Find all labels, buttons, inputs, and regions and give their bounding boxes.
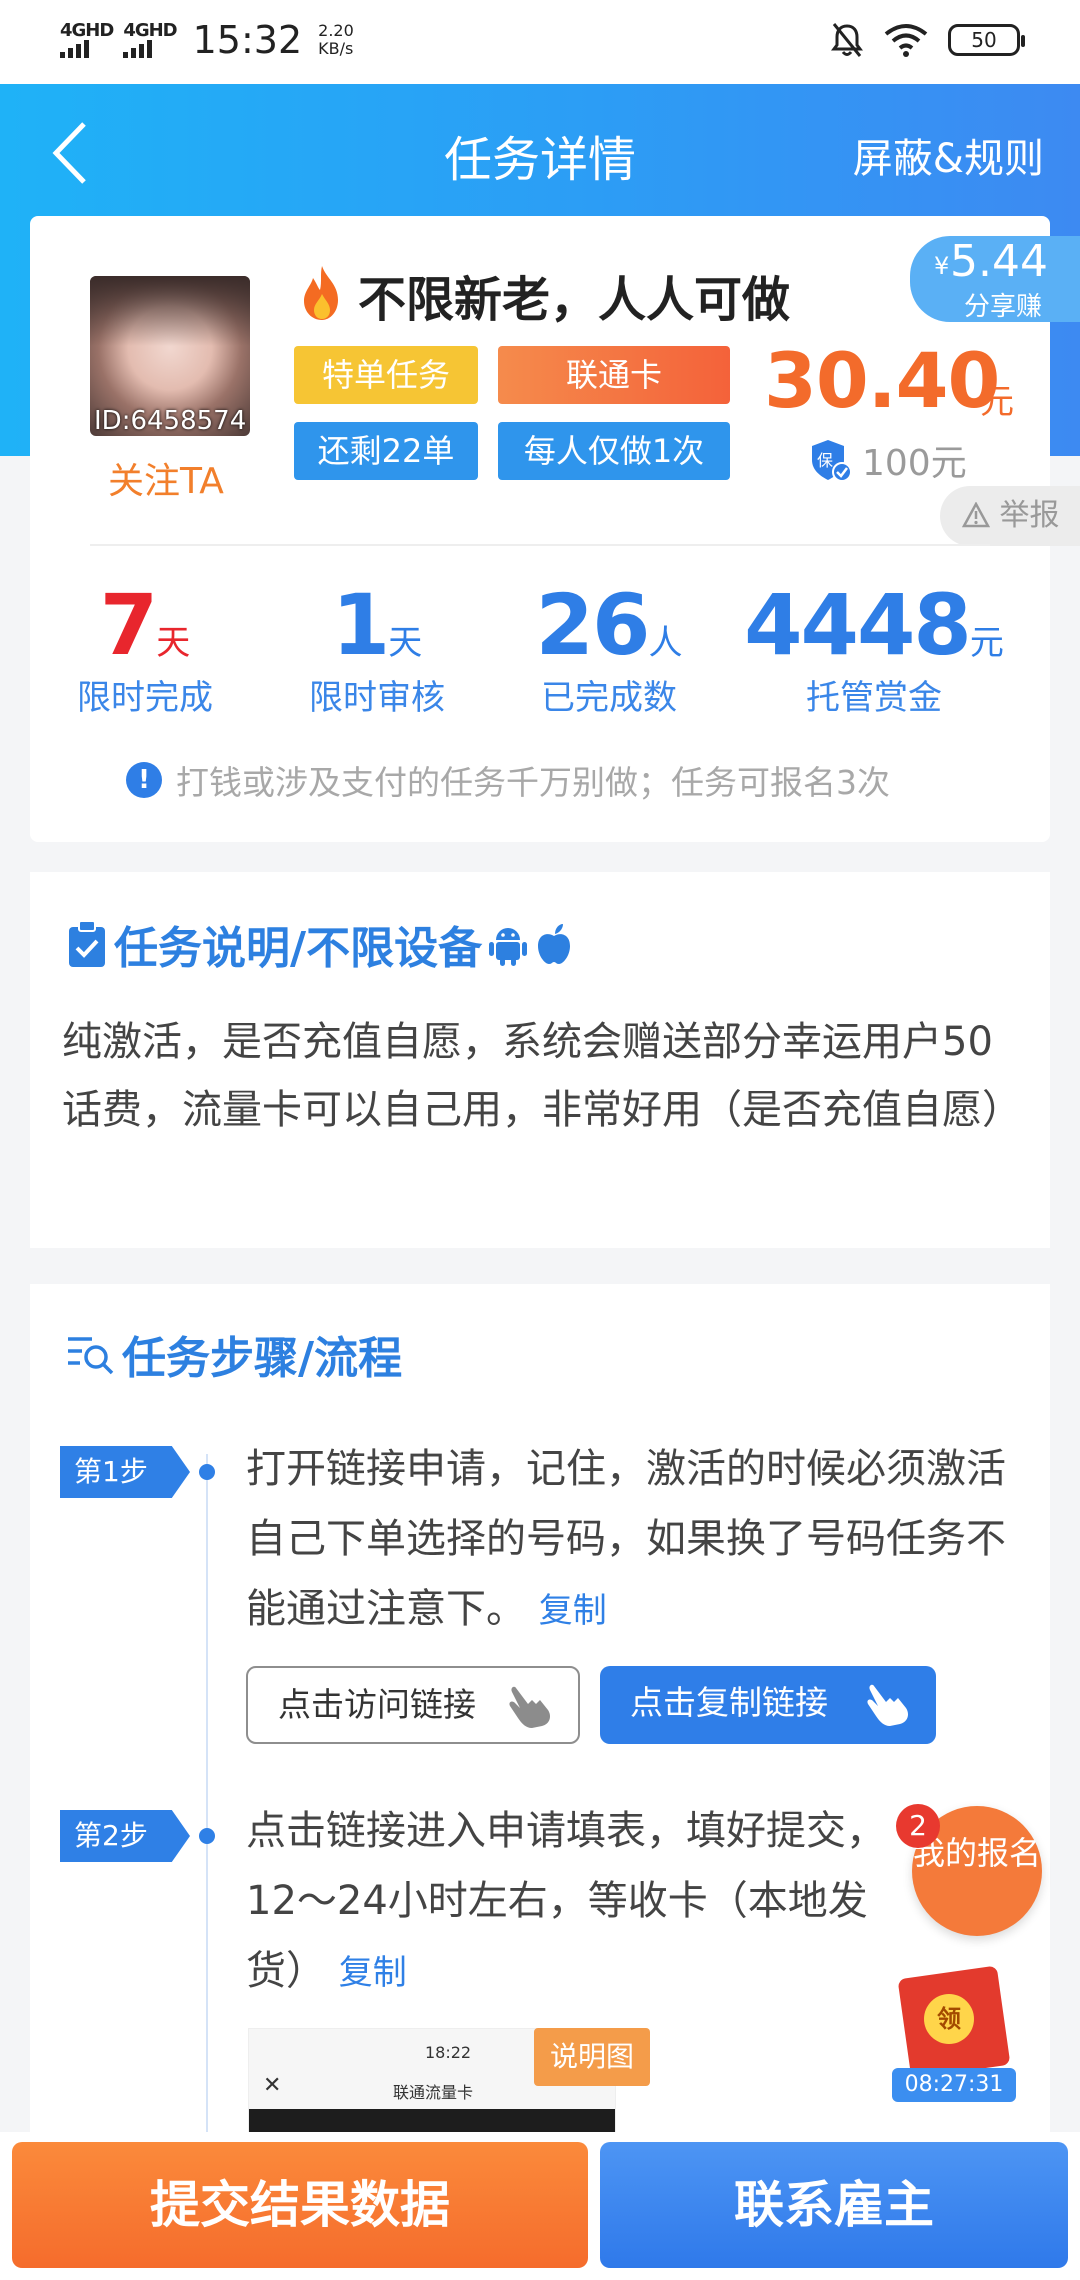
countdown-timer: 08:27:31 (892, 2068, 1016, 2102)
task-description-card: 任务说明/不限设备 纯激活，是否充值自愿，系统会赠送部分幸运用户50话费，流量卡… (30, 872, 1050, 1248)
clock: 15:32 (192, 18, 303, 62)
clipboard-check-icon (69, 920, 105, 967)
step-2-text: 点击链接进入申请填表，填好提交，12～24小时左右，等收卡（本地发货） 复制 (246, 1808, 886, 1994)
submit-results-button[interactable]: 提交结果数据 (12, 2142, 588, 2268)
report-label: 举报 (999, 498, 1060, 533)
stat-complete-limit: 7天 限时完成 (77, 576, 213, 718)
task-title: 不限新老，人人可做 (358, 272, 791, 328)
tag-remaining: 还剩22单 (294, 422, 478, 480)
task-summary-card: ID:6458574 关注TA 不限新老，人人可做 特单任务 联通卡 还剩22单… (30, 216, 1080, 842)
signal-icon: 4GHD (60, 22, 114, 58)
net-speed-unit: KB/s (318, 39, 354, 58)
status-bar: 4GHD 4GHD 15:32 2.20 KB/s 50 (0, 0, 1080, 84)
pointing-hand-icon (509, 1686, 550, 1728)
thumb-title: 联通流量卡 (393, 2083, 474, 2102)
description-title: 任务说明/不限设备 (114, 923, 483, 974)
tag-carrier: 联通卡 (498, 346, 730, 404)
battery-icon: 50 (948, 24, 1025, 56)
yen-symbol: ¥ (934, 252, 950, 280)
warning-triangle-icon (961, 501, 991, 528)
fire-icon (304, 266, 338, 320)
timeline-line (206, 1454, 208, 2154)
stat-completed-count: 26人 已完成数 (535, 576, 683, 718)
visit-link-button[interactable]: 点击访问链接 (246, 1666, 580, 1744)
copy-link-button[interactable]: 点击复制链接 (600, 1666, 936, 1744)
wifi-icon (884, 24, 928, 57)
contact-employer-button[interactable]: 联系雇主 (600, 2142, 1068, 2268)
block-rules-link[interactable]: 屏蔽&规则 (853, 126, 1044, 184)
step-2-dot (199, 1828, 215, 1844)
net-speed-value: 2.20 (318, 21, 354, 40)
mute-bell-icon (831, 23, 863, 57)
avatar[interactable]: ID:6458574 (90, 276, 250, 436)
list-search-icon (68, 1337, 114, 1375)
follow-button[interactable]: 关注TA (108, 452, 224, 504)
steps-header: 任务步骤/流程 (66, 1322, 402, 1386)
share-earn-button[interactable]: ¥ 5.44 分享赚 (910, 236, 1080, 322)
stat-review-limit: 1天 限时审核 (309, 576, 445, 718)
step-2-badge: 第2步 (60, 1810, 190, 1862)
deposit-info: 保 100元 (810, 434, 967, 486)
deposit-amount: 100元 (862, 443, 967, 484)
user-id: ID:6458574 (94, 406, 247, 436)
description-text: 纯激活，是否充值自愿，系统会赠送部分幸运用户50话费，流量卡可以自己用，非常好用… (62, 1019, 1022, 1133)
price-unit: 元 (980, 382, 1014, 422)
tag-special: 特单任务 (294, 346, 478, 404)
warning-notice: ! 打钱或涉及支付的任务千万别做；任务可报名3次 (126, 756, 890, 804)
step-1-text: 打开链接申请，记住，激活的时候必须激活自己下单选择的号码，如果换了号码任务不能通… (246, 1446, 1006, 1632)
android-icon (489, 928, 528, 966)
step-2-copy-link[interactable]: 复制 (339, 1953, 407, 1993)
share-label: 分享赚 (964, 292, 1043, 322)
divider (90, 544, 990, 546)
step-1-dot (199, 1464, 215, 1480)
thumb-time: 18:22 (425, 2043, 472, 2062)
stat-escrow-reward: 4448元 托管赏金 (744, 576, 1004, 718)
info-icon: ! (126, 762, 162, 798)
share-amount: 5.44 (950, 236, 1048, 287)
red-packet-button[interactable]: 领 08:27:31 (888, 1965, 1018, 2102)
bottom-action-bar: 提交结果数据 联系雇主 (0, 2132, 1080, 2280)
red-packet-label: 领 (924, 1994, 974, 2044)
signup-count-badge: 2 (896, 1804, 940, 1848)
shield-icon: 保 (812, 440, 852, 482)
description-header: 任务说明/不限设备 (66, 912, 574, 976)
close-icon: ✕ (263, 2073, 282, 2098)
step-1-copy-link[interactable]: 复制 (539, 1591, 607, 1631)
signal-icon-2: 4GHD (123, 22, 178, 58)
task-price: 30.40 (764, 336, 1000, 425)
instruction-image-tag: 说明图 (534, 2028, 650, 2086)
tag-limit: 每人仅做1次 (498, 422, 730, 480)
report-button[interactable]: 举报 (940, 486, 1080, 546)
step-1-badge: 第1步 (60, 1446, 190, 1498)
apple-icon (538, 924, 571, 964)
pointing-hand-icon (867, 1684, 908, 1726)
steps-title: 任务步骤/流程 (122, 1333, 403, 1384)
svg-text:保: 保 (817, 451, 833, 470)
